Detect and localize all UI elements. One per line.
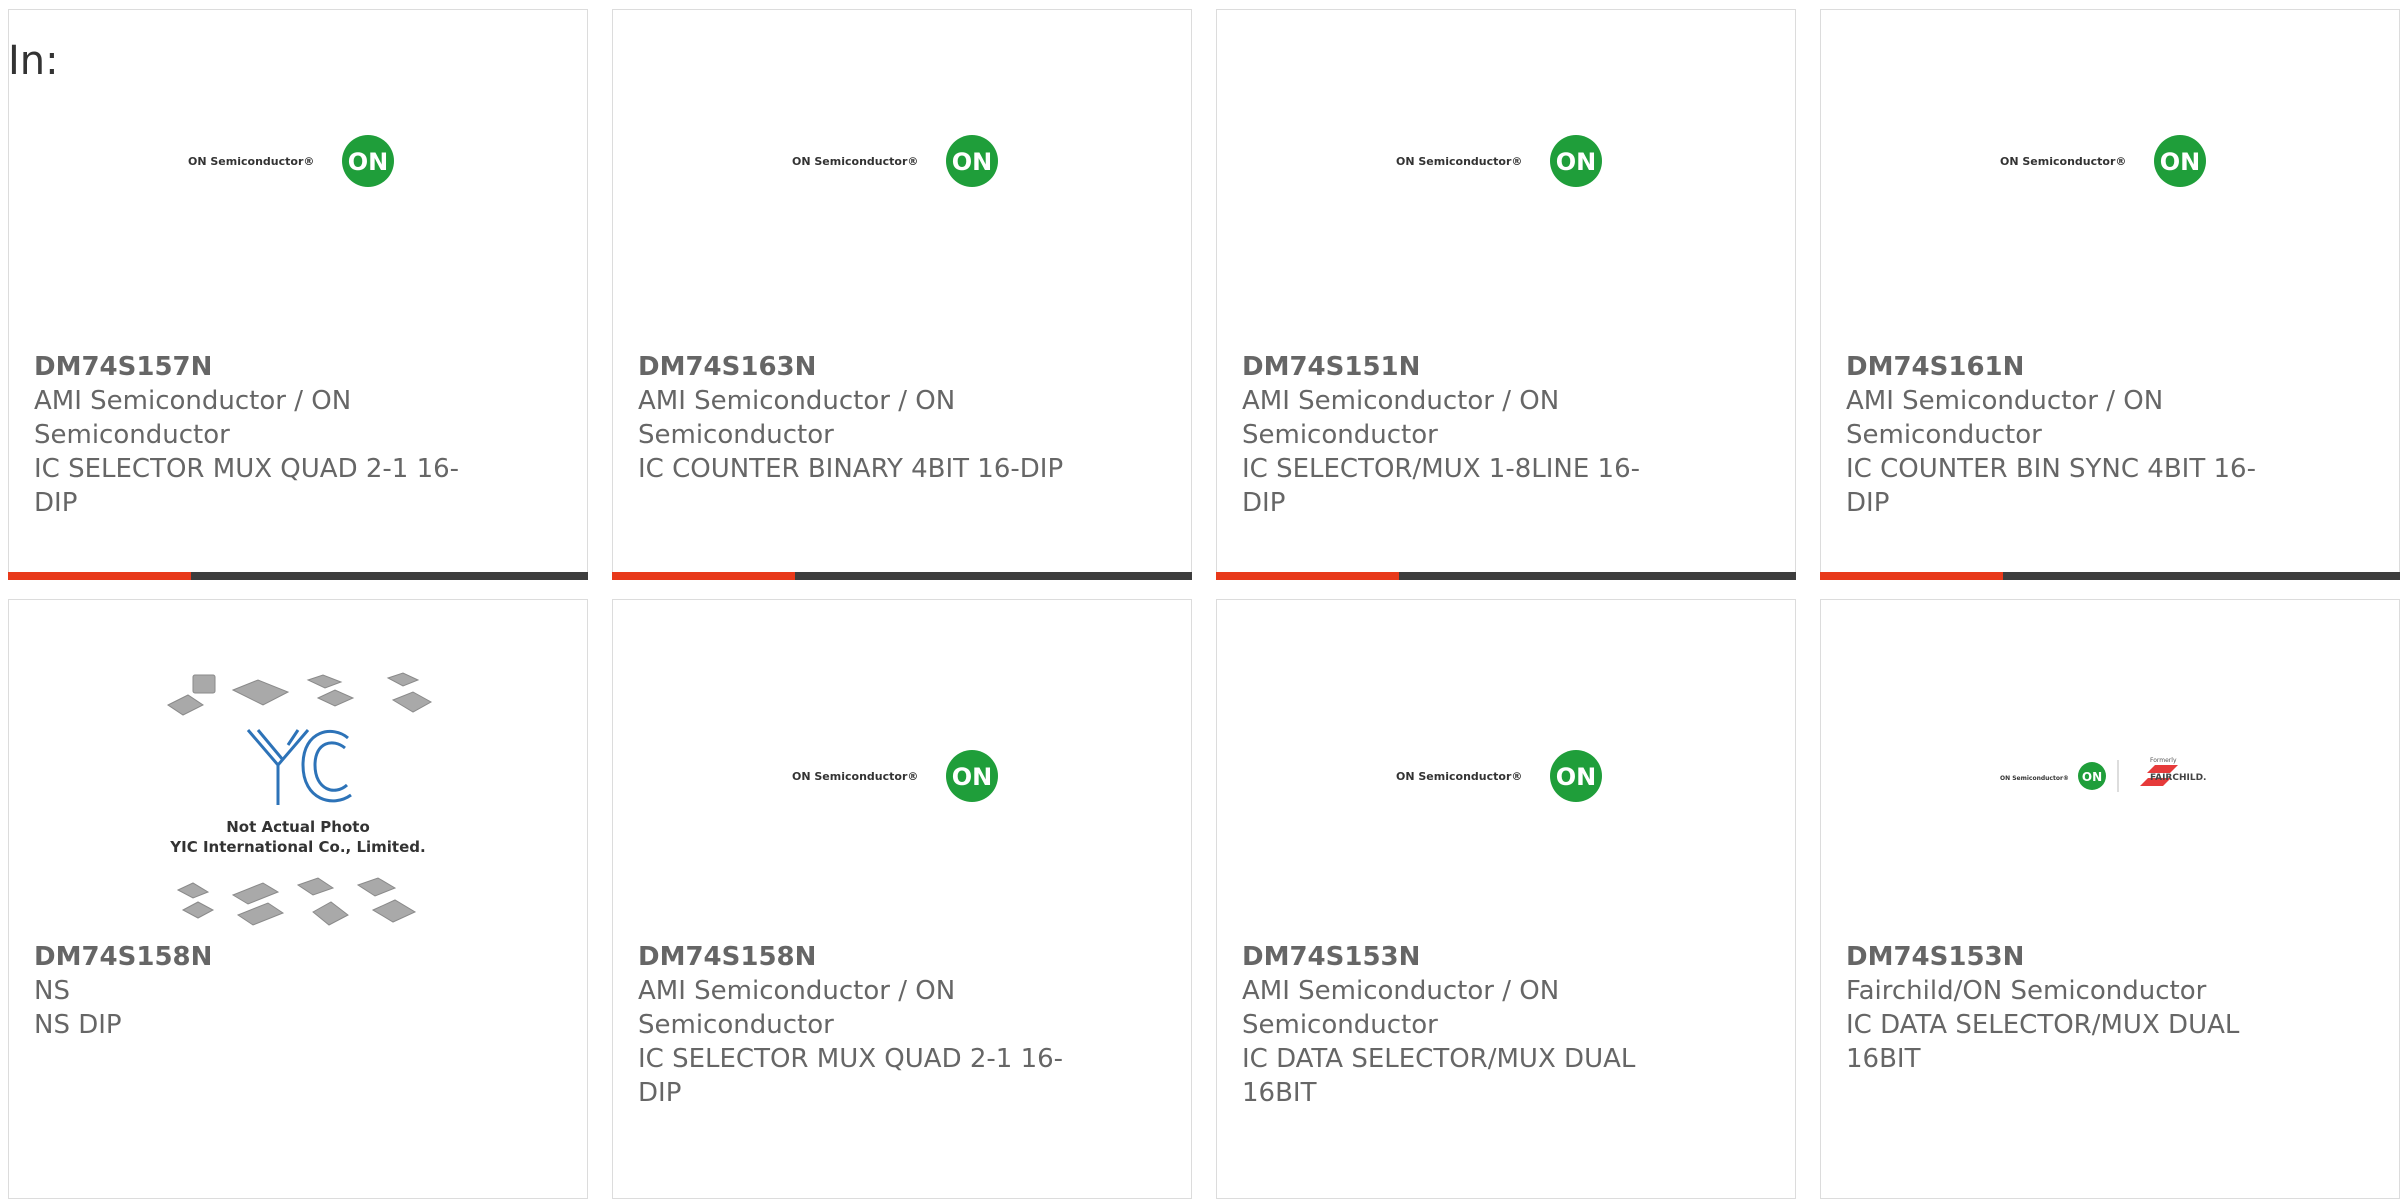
description: IC DATA SELECTOR/MUX DUAL 16BIT bbox=[1242, 1044, 1636, 1108]
card-footer-bar bbox=[1216, 572, 1796, 580]
on-semiconductor-logo-icon: ON Semiconductor® ON bbox=[2000, 135, 2206, 187]
part-number[interactable]: DM74S153N bbox=[1846, 940, 2276, 974]
yic-placeholder-photo-icon: Not Actual Photo YIC International Co., … bbox=[167, 672, 433, 926]
on-semiconductor-logo-icon: ON Semiconductor® ON bbox=[792, 750, 998, 802]
svg-text:ON Semiconductor®: ON Semiconductor® bbox=[792, 155, 918, 168]
part-number[interactable]: DM74S163N bbox=[638, 350, 1068, 384]
svg-text:YIC International Co., Limited: YIC International Co., Limited. bbox=[169, 838, 425, 856]
part-number[interactable]: DM74S157N bbox=[34, 350, 464, 384]
product-card[interactable]: ON Semiconductor® ON DM74S163N AMI Semic… bbox=[612, 9, 1192, 580]
manufacturer: AMI Semiconductor / ON Semiconductor bbox=[1242, 386, 1560, 450]
product-image[interactable]: ON Semiconductor® ON bbox=[613, 130, 1191, 250]
svg-text:Not Actual Photo: Not Actual Photo bbox=[226, 818, 370, 836]
part-number[interactable]: DM74S151N bbox=[1242, 350, 1672, 384]
description: IC SELECTOR MUX QUAD 2-1 16-DIP bbox=[34, 454, 460, 518]
fairchild-on-logo-icon: ON Semiconductor® ON Formerly FAIRCHILD. bbox=[2000, 757, 2206, 792]
product-image[interactable]: Not Actual Photo YIC International Co., … bbox=[9, 670, 587, 940]
on-semiconductor-logo-icon: ON Semiconductor® ON bbox=[792, 135, 998, 187]
svg-text:ON: ON bbox=[348, 148, 389, 176]
part-number[interactable]: DM74S158N bbox=[34, 940, 464, 974]
product-card[interactable]: ON Semiconductor® ON DM74S153N AMI Semic… bbox=[1216, 599, 1796, 1199]
manufacturer: AMI Semiconductor / ON Semiconductor bbox=[34, 386, 352, 450]
on-semiconductor-logo-icon: ON Semiconductor® ON bbox=[1396, 135, 1602, 187]
part-number[interactable]: DM74S153N bbox=[1242, 940, 1672, 974]
svg-text:ON Semiconductor®: ON Semiconductor® bbox=[792, 770, 918, 783]
product-image[interactable]: ON Semiconductor® ON bbox=[613, 670, 1191, 940]
manufacturer: AMI Semiconductor / ON Semiconductor bbox=[1242, 976, 1560, 1040]
card-footer-bar bbox=[612, 572, 1192, 580]
description: IC COUNTER BINARY 4BIT 16-DIP bbox=[638, 454, 1064, 484]
manufacturer: AMI Semiconductor / ON Semiconductor bbox=[638, 386, 956, 450]
part-number[interactable]: DM74S161N bbox=[1846, 350, 2276, 384]
description: NS DIP bbox=[34, 1010, 122, 1040]
product-card[interactable]: ON Semiconductor® ON DM74S158N AMI Semic… bbox=[612, 599, 1192, 1199]
svg-text:ON: ON bbox=[2160, 148, 2201, 176]
product-card[interactable]: ON Semiconductor® ON DM74S161N AMI Semic… bbox=[1820, 9, 2400, 580]
svg-text:ON: ON bbox=[952, 763, 993, 791]
svg-text:ON: ON bbox=[1556, 763, 1597, 791]
description: IC SELECTOR MUX QUAD 2-1 16-DIP bbox=[638, 1044, 1064, 1108]
description: IC SELECTOR/MUX 1-8LINE 16-DIP bbox=[1242, 454, 1641, 518]
manufacturer: Fairchild/ON Semiconductor bbox=[1846, 976, 2207, 1006]
part-number[interactable]: DM74S158N bbox=[638, 940, 1068, 974]
svg-text:ON: ON bbox=[952, 148, 993, 176]
product-card[interactable]: ON Semiconductor® ON DM74S157N AMI Semic… bbox=[8, 9, 588, 580]
svg-text:FAIRCHILD.: FAIRCHILD. bbox=[2150, 773, 2206, 783]
svg-text:Formerly: Formerly bbox=[2150, 757, 2177, 764]
card-footer-bar bbox=[1820, 572, 2400, 580]
description: IC COUNTER BIN SYNC 4BIT 16-DIP bbox=[1846, 454, 2256, 518]
product-image[interactable]: ON Semiconductor® ON bbox=[1217, 130, 1795, 250]
svg-text:ON Semiconductor®: ON Semiconductor® bbox=[2000, 775, 2069, 782]
product-image[interactable]: ON Semiconductor® ON bbox=[1217, 670, 1795, 940]
svg-text:ON: ON bbox=[1556, 148, 1597, 176]
svg-text:ON Semiconductor®: ON Semiconductor® bbox=[1396, 770, 1522, 783]
product-image[interactable]: ON Semiconductor® ON Formerly FAIRCHILD. bbox=[1821, 670, 2399, 940]
svg-text:ON Semiconductor®: ON Semiconductor® bbox=[188, 155, 314, 168]
description: IC DATA SELECTOR/MUX DUAL 16BIT bbox=[1846, 1010, 2240, 1074]
card-footer-bar bbox=[8, 572, 588, 580]
product-card[interactable]: ON Semiconductor® ON Formerly FAIRCHILD.… bbox=[1820, 599, 2400, 1199]
svg-text:ON Semiconductor®: ON Semiconductor® bbox=[2000, 155, 2126, 168]
manufacturer: NS bbox=[34, 976, 70, 1006]
product-card[interactable]: ON Semiconductor® ON DM74S151N AMI Semic… bbox=[1216, 9, 1796, 580]
svg-text:ON Semiconductor®: ON Semiconductor® bbox=[1396, 155, 1522, 168]
manufacturer: AMI Semiconductor / ON Semiconductor bbox=[638, 976, 956, 1040]
svg-text:ON: ON bbox=[2082, 770, 2102, 784]
manufacturer: AMI Semiconductor / ON Semiconductor bbox=[1846, 386, 2164, 450]
product-image[interactable]: ON Semiconductor® ON bbox=[9, 130, 587, 250]
on-semiconductor-logo-icon: ON Semiconductor® ON bbox=[1396, 750, 1602, 802]
product-card[interactable]: Not Actual Photo YIC International Co., … bbox=[8, 599, 588, 1199]
page-heading: In: bbox=[8, 38, 59, 84]
on-semiconductor-logo-icon: ON Semiconductor® ON bbox=[188, 135, 394, 187]
product-image[interactable]: ON Semiconductor® ON bbox=[1821, 130, 2399, 250]
